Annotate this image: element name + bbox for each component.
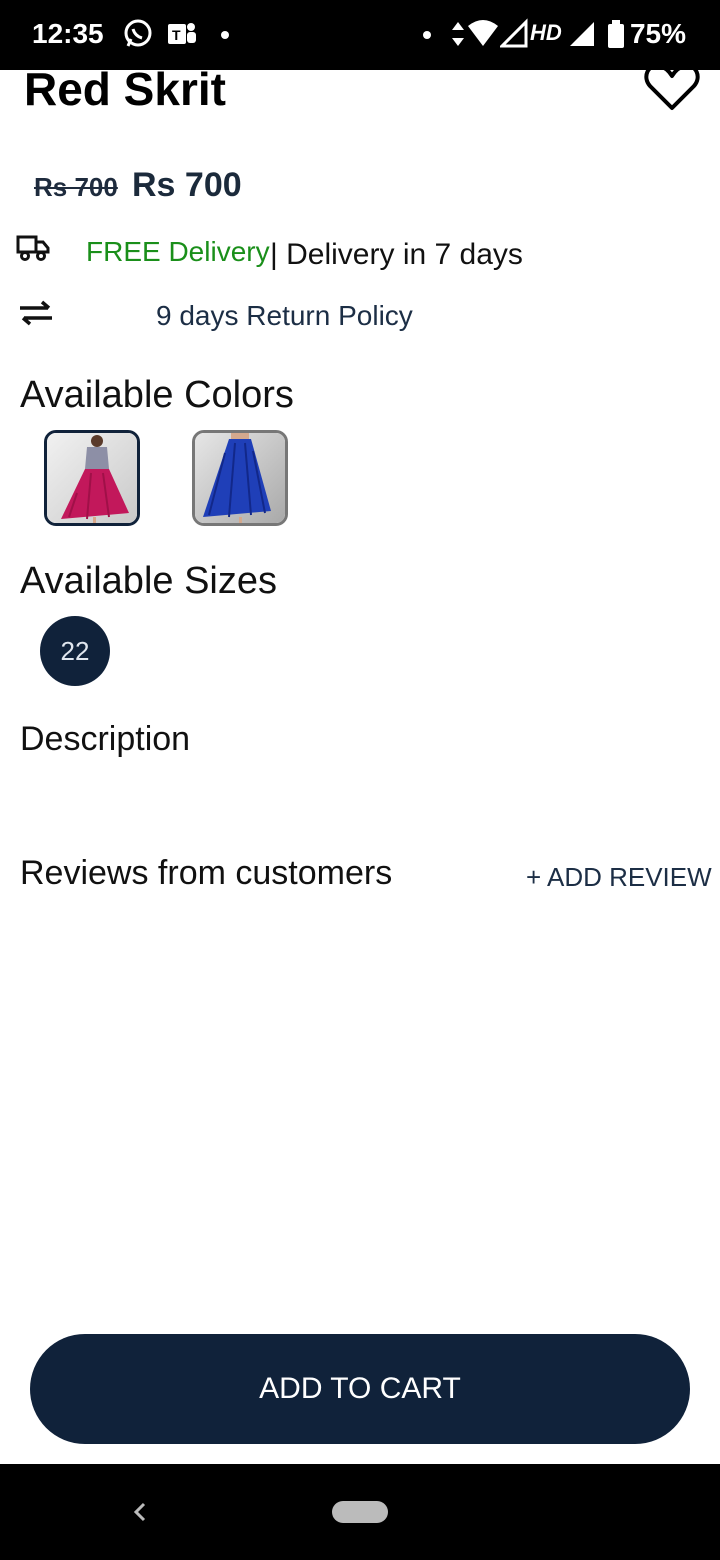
colors-heading: Available Colors	[20, 374, 294, 416]
svg-text:T: T	[172, 27, 181, 43]
swap-arrows-icon	[20, 300, 52, 326]
data-arrows-icon	[452, 22, 464, 46]
current-price: Rs 700	[132, 166, 242, 204]
signal-full-icon	[570, 22, 594, 46]
back-icon[interactable]	[130, 1500, 150, 1524]
description-heading: Description	[20, 720, 191, 758]
delivery-days-label: | Delivery in 7 days	[270, 238, 523, 271]
delivery-truck-icon	[16, 235, 50, 261]
sizes-heading: Available Sizes	[20, 560, 278, 602]
return-policy-label: 9 days Return Policy	[156, 300, 413, 331]
home-pill[interactable]	[332, 1501, 388, 1523]
blue-skirt-image	[195, 433, 285, 523]
battery-icon	[608, 20, 624, 48]
original-price: Rs 700	[34, 172, 118, 202]
add-review-button[interactable]: + ADD REVIEW	[526, 862, 712, 893]
network-label: HD	[530, 20, 562, 45]
status-bar: 12:35 T HD 75%	[0, 0, 720, 70]
dot-icon	[221, 31, 229, 39]
reviews-heading: Reviews from customers	[20, 854, 393, 892]
favorite-heart-icon[interactable]	[644, 62, 700, 112]
product-title: Red Skrit	[24, 63, 226, 115]
size-option[interactable]: 22	[40, 616, 110, 686]
dot-icon	[423, 31, 431, 39]
red-skirt-image	[47, 433, 137, 523]
wifi-icon	[468, 20, 498, 46]
color-swatch-blue[interactable]	[192, 430, 288, 526]
battery-percent: 75%	[629, 18, 686, 49]
signal-icon	[500, 18, 528, 48]
free-delivery-label: FREE Delivery	[86, 236, 270, 267]
whatsapp-icon	[124, 19, 152, 47]
color-swatch-red[interactable]	[44, 430, 140, 526]
add-to-cart-button[interactable]: ADD TO CART	[30, 1334, 690, 1444]
status-time: 12:35	[32, 18, 104, 49]
teams-icon: T	[168, 23, 196, 44]
